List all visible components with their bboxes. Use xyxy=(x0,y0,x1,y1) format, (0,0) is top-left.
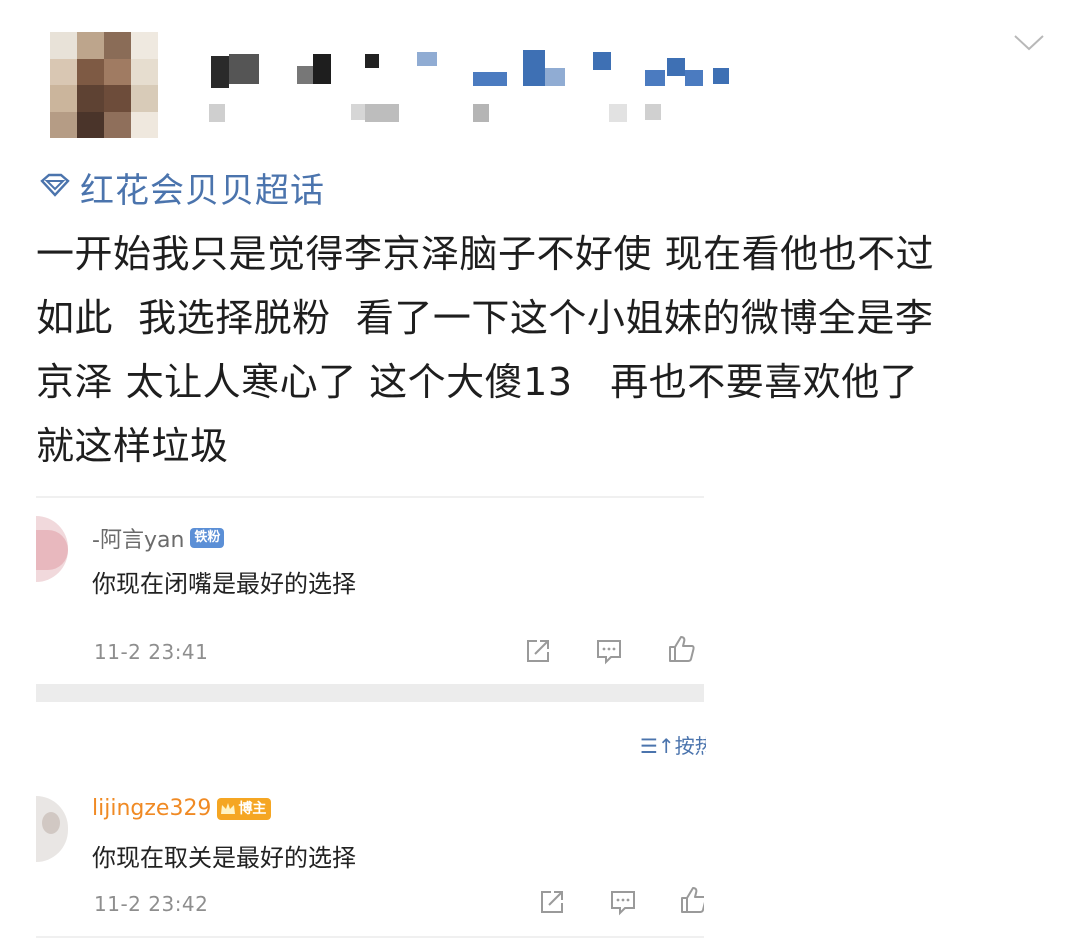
comment-text: 你现在闭嘴是最好的选择 xyxy=(92,570,356,598)
comment-avatar[interactable] xyxy=(36,516,68,582)
diamond-icon xyxy=(38,167,72,207)
supertopic-link[interactable]: 红花会贝贝超话 xyxy=(38,164,325,211)
crown-icon xyxy=(221,802,236,814)
comment-username[interactable]: lijingze329 博主 xyxy=(92,796,272,821)
comment-icon[interactable] xyxy=(594,636,624,666)
sort-label: 按热 xyxy=(674,734,706,758)
comment-separator xyxy=(36,684,704,702)
like-icon[interactable] xyxy=(666,634,696,664)
comment-avatar[interactable] xyxy=(36,796,68,862)
share-icon[interactable] xyxy=(523,636,553,666)
comment-text: 你现在取关是最好的选择 xyxy=(92,844,356,872)
comments-divider xyxy=(36,496,704,498)
comment-username[interactable]: -阿言yan 铁粉 xyxy=(92,522,225,554)
sort-button[interactable]: ☰↑按热 xyxy=(640,730,706,759)
sort-icon: ☰↑ xyxy=(640,734,675,758)
author-name-pixelated[interactable] xyxy=(205,40,745,140)
share-icon[interactable] xyxy=(537,887,567,917)
fan-badge: 铁粉 xyxy=(190,528,225,548)
chevron-down-icon[interactable] xyxy=(1012,32,1046,54)
bottom-divider xyxy=(36,936,704,938)
like-icon[interactable] xyxy=(678,885,704,915)
comment-time: 11-2 23:41 xyxy=(94,640,209,664)
post-text: 一开始我只是觉得李京泽脑子不好使 现在看他也不过 如此 我选择脱粉 看了一下这个… xyxy=(36,232,935,468)
owner-badge: 博主 xyxy=(217,797,272,820)
supertopic-label: 红花会贝贝超话 xyxy=(80,170,325,211)
author-avatar[interactable] xyxy=(50,32,158,138)
comment-icon[interactable] xyxy=(608,887,638,917)
comment-time: 11-2 23:42 xyxy=(94,892,209,916)
